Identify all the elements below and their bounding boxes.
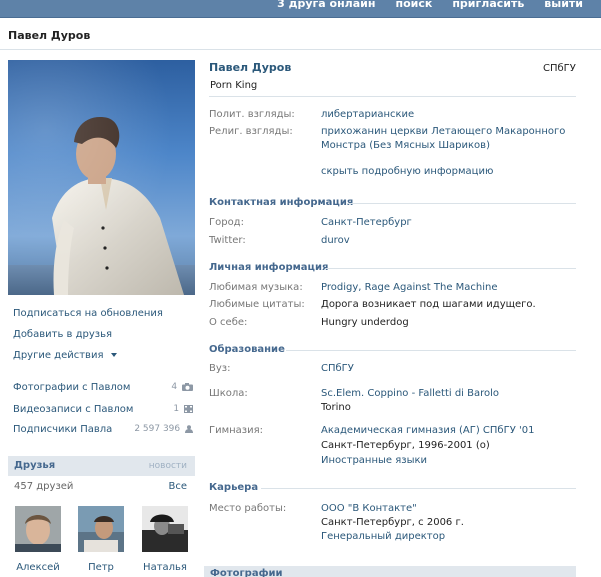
work-label: Место работы:: [209, 503, 287, 514]
page-title: Павел Дуров: [8, 29, 91, 42]
photos-with-user-link[interactable]: Фотографии с Павлом 4: [13, 382, 193, 393]
polit-label: Полит. взгляды:: [209, 109, 295, 120]
search-link[interactable]: поиск: [395, 0, 432, 10]
videos-with-user-link[interactable]: Видеозаписи с Павлом 1: [13, 404, 193, 415]
work-value-line-1[interactable]: ООО "В Контакте": [321, 503, 417, 514]
gymnasium-value-line-1[interactable]: Академическая гимназия (АГ) СПбГУ '01: [321, 425, 534, 436]
divider: [261, 488, 576, 489]
more-actions-link[interactable]: Другие действия: [13, 350, 117, 361]
divider: [326, 268, 576, 269]
photo-sky-glow: [8, 60, 195, 295]
friend-avatar[interactable]: [78, 506, 124, 552]
subscribers-label: Подписчики Павла: [13, 424, 113, 435]
profile-name: Павел Дуров: [209, 61, 292, 74]
music-value[interactable]: Prodigy, Rage Against The Machine: [321, 282, 498, 293]
contacts-section-title: Контактная информация: [209, 197, 354, 208]
videos-with-user-label: Видеозаписи с Павлом: [13, 404, 134, 415]
school-label: Школа:: [209, 388, 248, 399]
gymnasium-label: Гимназия:: [209, 425, 264, 436]
subscribers-count: 2 597 396: [134, 424, 181, 434]
left-column: Подписаться на обновления Добавить в дру…: [8, 60, 195, 435]
career-section-title: Карьера: [209, 482, 259, 493]
work-value-line-2: Санкт-Петербург, с 2006 г.: [321, 517, 464, 528]
divider: [286, 350, 576, 351]
about-value: Hungry underdog: [321, 317, 409, 328]
friends-header[interactable]: Друзья новости: [8, 456, 195, 476]
top-navigation-bar: 3 друга онлайн поиск пригласить выйти: [0, 0, 601, 18]
person-icon: [185, 424, 193, 433]
personal-section-title: Личная информация: [209, 262, 329, 273]
subscribers-link[interactable]: Подписчики Павла 2 597 396: [13, 424, 193, 435]
city-label: Город:: [209, 217, 244, 228]
work-value-line-3[interactable]: Генеральный директор: [321, 531, 445, 542]
friends-title: Друзья: [14, 460, 56, 471]
vuz-value[interactable]: СПбГУ: [321, 363, 354, 374]
relig-value-line-2[interactable]: Монстра (Без Мясных Шариков): [321, 140, 490, 151]
university-tag: СПбГУ: [543, 63, 576, 74]
more-actions-label: Другие действия: [13, 350, 104, 361]
logout-link[interactable]: выйти: [544, 0, 583, 10]
videos-count-block: 1: [173, 404, 193, 414]
friend-name[interactable]: Алексей: [12, 562, 64, 573]
photos-with-user-label: Фотографии с Павлом: [13, 382, 131, 393]
online-friends-link[interactable]: 3 друга онлайн: [277, 0, 375, 10]
gymnasium-value-line-3[interactable]: Иностранные языки: [321, 455, 427, 466]
profile-status[interactable]: Porn King: [210, 80, 257, 91]
hide-details-link[interactable]: скрыть подробную информацию: [321, 166, 493, 177]
photos-section-title: Фотографии: [210, 568, 283, 577]
friends-count: 457 друзей: [14, 481, 74, 492]
music-label: Любимая музыка:: [209, 282, 303, 293]
gymnasium-value-line-2: Санкт-Петербург, 1996-2001 (о): [321, 440, 490, 451]
quotes-label: Любимые цитаты:: [209, 299, 305, 310]
page-header: Павел Дуров: [0, 18, 601, 50]
polit-value[interactable]: либертарианские: [321, 109, 414, 120]
subscribers-count-block: 2 597 396: [134, 424, 193, 434]
about-label: О себе:: [209, 317, 248, 328]
photos-section-header[interactable]: Фотографии: [204, 566, 576, 577]
camera-icon: [182, 382, 193, 391]
education-section-title: Образование: [209, 344, 285, 355]
profile-photo[interactable]: [8, 60, 195, 295]
twitter-label: Twitter:: [209, 235, 246, 246]
relig-value-line-1[interactable]: прихожанин церкви Летающего Макаронного: [321, 126, 565, 137]
friend-card[interactable]: Петр: [75, 506, 127, 576]
friend-name[interactable]: Петр: [75, 562, 127, 573]
twitter-value[interactable]: durov: [321, 235, 350, 246]
city-value[interactable]: Санкт-Петербург: [321, 217, 412, 228]
photos-count: 4: [171, 382, 178, 392]
videos-count: 1: [173, 404, 180, 414]
divider: [209, 96, 576, 97]
school-value-line-1[interactable]: Sc.Elem. Coppino - Falletti di Barolo: [321, 388, 499, 399]
friends-news-link[interactable]: новости: [149, 461, 187, 471]
school-value-line-2: Torino: [321, 402, 351, 413]
invite-link[interactable]: пригласить: [452, 0, 524, 10]
relig-label: Религ. взгляды:: [209, 126, 293, 137]
friend-avatar[interactable]: [15, 506, 61, 552]
add-friend-link[interactable]: Добавить в друзья: [13, 329, 112, 340]
friend-name[interactable]: Наталья: [139, 562, 191, 573]
friend-card[interactable]: Наталья: [139, 506, 191, 576]
photos-count-block: 4: [171, 382, 193, 392]
friends-all-link[interactable]: Все: [168, 481, 187, 492]
film-icon: [184, 404, 193, 413]
vuz-label: Вуз:: [209, 363, 231, 374]
friends-block: Друзья новости 457 друзей Все Алексей Пе…: [8, 456, 195, 577]
quotes-value: Дорога возникает под шагами идущего.: [321, 299, 536, 310]
subscribe-link[interactable]: Подписаться на обновления: [13, 308, 163, 319]
dropdown-arrow-icon: [110, 353, 117, 357]
friend-card[interactable]: Алексей: [12, 506, 64, 576]
divider: [347, 203, 576, 204]
friend-avatar[interactable]: [142, 506, 188, 552]
